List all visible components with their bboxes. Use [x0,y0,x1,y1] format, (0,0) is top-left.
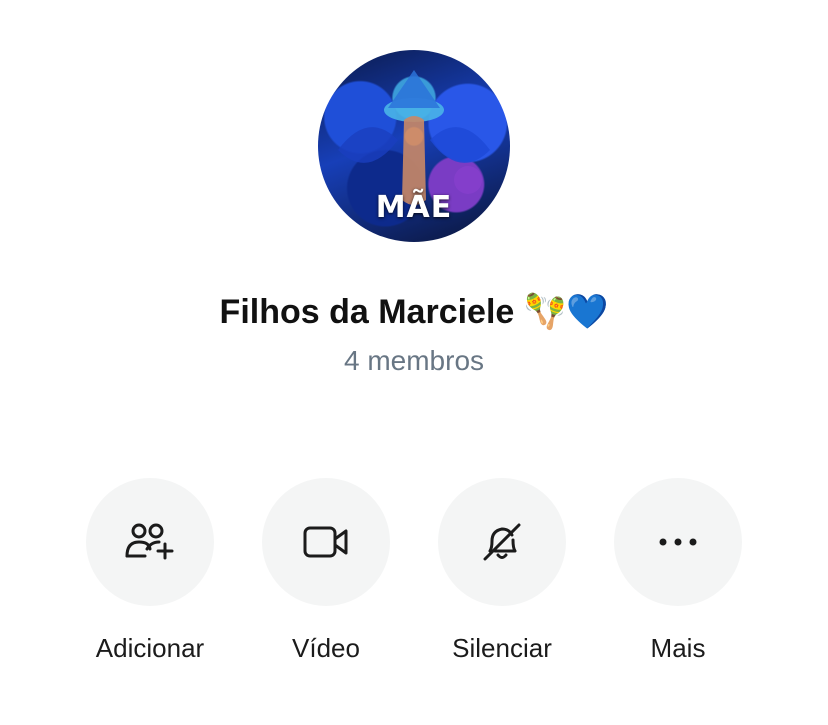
group-name-text: Filhos da Marciele [219,293,515,331]
add-button[interactable]: Adicionar [62,478,238,665]
group-name-emoji: 🪇💙 [523,292,609,332]
mute-button[interactable]: Silenciar [414,478,590,665]
more-button-circle[interactable] [614,478,742,606]
video-button-label: Vídeo [292,633,360,663]
add-button-label: Adicionar [95,633,205,663]
more-button[interactable]: Mais [590,478,766,665]
video-button-circle[interactable] [262,478,390,606]
group-name: Filhos da Marciele 🪇💙 [0,290,828,334]
more-dots-icon [659,538,697,546]
bell-off-icon [483,523,521,561]
avatar-label: MÃE [375,190,453,225]
mute-button-circle[interactable] [438,478,566,606]
group-avatar[interactable]: MÃE [318,50,510,242]
video-camera-icon [303,526,348,558]
add-people-icon [125,523,174,560]
more-button-label: Mais [650,633,706,663]
member-count[interactable]: 4 membros [0,343,828,379]
add-button-circle[interactable] [86,478,214,606]
mute-button-label: Silenciar [452,633,552,663]
video-button[interactable]: Vídeo [238,478,414,665]
